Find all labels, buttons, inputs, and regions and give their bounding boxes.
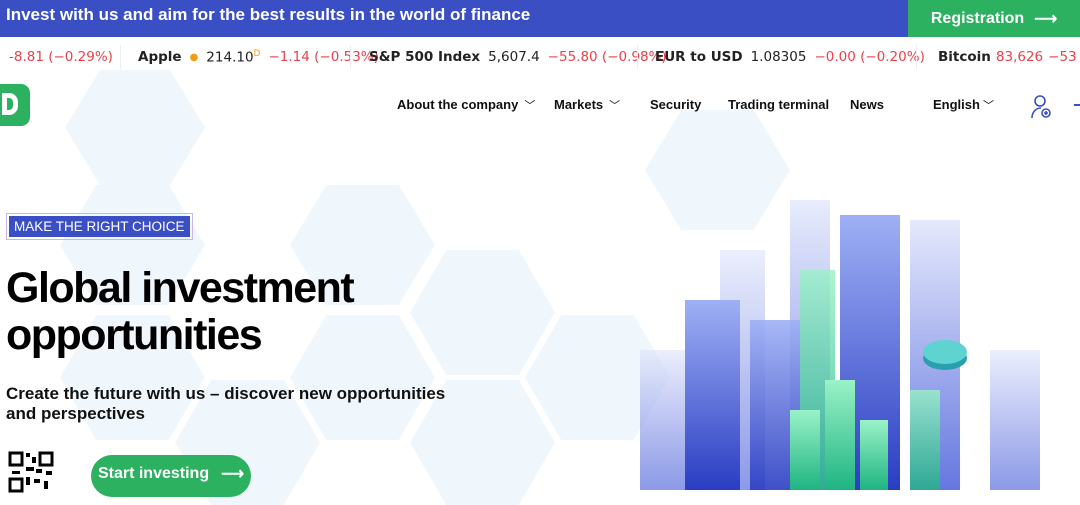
arrow-right-icon: ⟶ bbox=[1034, 10, 1058, 28]
ticker-item[interactable]: EUR to USD 1.08305 −0.00 (−0.20%) bbox=[655, 45, 925, 69]
dot-icon: ● bbox=[189, 51, 199, 63]
nav-trading-terminal[interactable]: Trading terminal bbox=[728, 97, 829, 112]
ticker-item[interactable]: Apple ● 214.10D −1.14 (−0.53%) bbox=[138, 45, 379, 69]
ticker-item[interactable]: S&P 500 Index 5,607.4 −55.80 (−0.98%) bbox=[369, 45, 667, 69]
user-account-icon[interactable] bbox=[1030, 94, 1054, 125]
ticker-name: EUR to USD bbox=[655, 49, 743, 65]
ticker-price: 214.10 bbox=[206, 49, 254, 66]
hero-subtitle: Create the future with us – discover new… bbox=[6, 384, 446, 423]
registration-button[interactable]: Registration ⟶ bbox=[908, 0, 1080, 37]
hero-badge: MAKE THE RIGHT CHOICE bbox=[6, 213, 193, 240]
ticker-item[interactable]: Bitcoin 83,626 −53 bbox=[938, 45, 1077, 69]
ticker-change: -8.81 (−0.29%) bbox=[9, 49, 113, 65]
ticker-divider bbox=[637, 45, 638, 69]
logo[interactable] bbox=[0, 84, 30, 126]
ticker-change: −1.14 (−0.53%) bbox=[268, 49, 379, 65]
chevron-down-icon: ﹀ bbox=[982, 100, 994, 112]
ticker-name: Apple bbox=[138, 49, 182, 65]
ticker-change: −0.00 (−0.20%) bbox=[814, 49, 925, 65]
hero-title: Global investment opportunities bbox=[6, 264, 355, 359]
nav-about-company[interactable]: About the company ﹀ bbox=[397, 97, 535, 113]
ticker-divider bbox=[120, 45, 121, 69]
ticker-item[interactable]: -8.81 (−0.29%) bbox=[9, 45, 113, 69]
ticker-name: S&P 500 Index bbox=[369, 49, 481, 65]
bg-hexagon bbox=[410, 250, 555, 375]
start-investing-label: Start investing bbox=[97, 465, 210, 482]
hero-title-line: opportunities bbox=[6, 311, 263, 359]
chevron-down-icon: ﹀ bbox=[524, 100, 536, 112]
qr-code[interactable] bbox=[6, 449, 62, 494]
ticker-change: −55.80 (−0.98%) bbox=[547, 49, 667, 65]
ticker-divider bbox=[916, 45, 917, 69]
ticker-price: 5,607.4 bbox=[488, 49, 540, 65]
promo-banner: Invest with us and aim for the best resu… bbox=[0, 0, 1080, 37]
hero-title-line: Global investment bbox=[6, 264, 355, 312]
chevron-down-icon: ﹀ bbox=[609, 100, 621, 112]
registration-label: Registration bbox=[930, 9, 1025, 27]
nav-label: About the company bbox=[397, 97, 519, 112]
language-label: English bbox=[933, 97, 980, 112]
menu-icon[interactable] bbox=[1074, 104, 1080, 106]
ticker-marker: D bbox=[253, 48, 261, 59]
ticker-change: −53 bbox=[1048, 49, 1077, 65]
ticker-bar: -8.81 (−0.29%) Apple ● 214.10D −1.14 (−0.53… bbox=[0, 37, 1080, 77]
language-selector[interactable]: English ﹀ bbox=[933, 97, 994, 113]
city-illustration bbox=[640, 200, 1040, 490]
bg-hexagon bbox=[65, 70, 205, 185]
ticker-price: 1.08305 bbox=[750, 49, 807, 65]
nav-markets[interactable]: Markets ﹀ bbox=[554, 97, 620, 113]
ticker-divider bbox=[350, 45, 351, 69]
ticker-name: Bitcoin bbox=[938, 49, 991, 65]
ticker-price: 83,626 bbox=[995, 49, 1044, 65]
nav-security[interactable]: Security bbox=[650, 97, 701, 112]
promo-text: Invest with us and aim for the best resu… bbox=[6, 5, 531, 24]
nav-news[interactable]: News bbox=[850, 97, 884, 112]
arrow-right-icon: ⟶ bbox=[221, 466, 245, 483]
nav-label: Markets bbox=[554, 97, 604, 112]
start-investing-button[interactable]: Start investing ⟶ bbox=[91, 455, 251, 497]
